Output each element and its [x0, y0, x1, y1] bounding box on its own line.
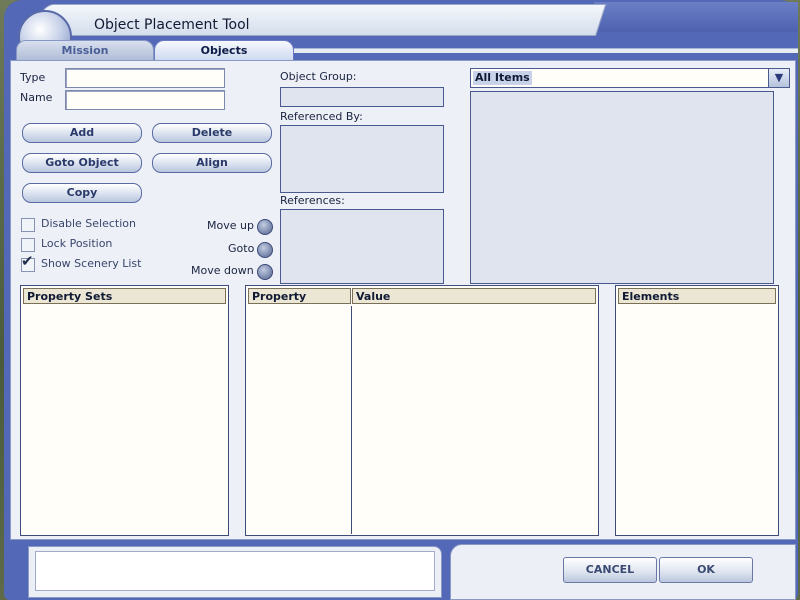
name-label: Name: [20, 91, 53, 104]
references-label: References:: [280, 194, 345, 207]
move-up-radio[interactable]: [257, 219, 273, 235]
status-text-box: [35, 551, 435, 591]
tab-objects[interactable]: Objects: [154, 40, 294, 61]
object-group-label: Object Group:: [280, 70, 357, 83]
title-bar-right: [594, 2, 798, 32]
property-sets-table[interactable]: Property Sets: [20, 285, 229, 536]
tab-strip-line: [294, 48, 798, 53]
type-field[interactable]: [65, 68, 225, 88]
status-area: [28, 546, 442, 598]
goto-radio[interactable]: [257, 242, 273, 258]
lock-position-checkbox[interactable]: [21, 238, 35, 252]
name-field[interactable]: [65, 90, 225, 110]
move-up-label: Move up: [207, 219, 254, 232]
move-down-radio[interactable]: [257, 264, 273, 280]
property-header: Property: [248, 288, 351, 304]
move-down-label: Move down: [191, 264, 254, 277]
align-button[interactable]: Align: [152, 153, 272, 173]
lock-position-label: Lock Position: [41, 237, 113, 250]
footer-actions: CANCEL OK: [450, 544, 796, 600]
column-divider: [351, 306, 352, 534]
checkmark-icon: ✔: [21, 252, 34, 270]
items-list[interactable]: [470, 91, 774, 284]
referenced-by-label: Referenced By:: [280, 110, 363, 123]
type-label: Type: [20, 71, 46, 84]
dropdown-selected-value: All Items: [473, 71, 532, 85]
references-list[interactable]: [280, 209, 444, 284]
elements-header: Elements: [618, 288, 776, 304]
property-value-table[interactable]: Property Value: [245, 285, 599, 536]
referenced-by-list[interactable]: [280, 125, 444, 193]
disable-selection-checkbox[interactable]: [21, 218, 35, 232]
show-scenery-list-label: Show Scenery List: [41, 257, 142, 270]
copy-button[interactable]: Copy: [22, 183, 142, 203]
goto-object-button[interactable]: Goto Object: [22, 153, 142, 173]
value-header: Value: [352, 288, 596, 304]
disable-selection-label: Disable Selection: [41, 217, 136, 230]
goto-label: Goto: [228, 242, 255, 255]
items-filter-dropdown[interactable]: All Items ▼: [470, 68, 790, 88]
elements-table[interactable]: Elements: [615, 285, 779, 536]
ok-button[interactable]: OK: [659, 557, 753, 583]
add-button[interactable]: Add: [22, 123, 142, 143]
object-group-field[interactable]: [280, 87, 444, 107]
property-sets-header: Property Sets: [23, 288, 226, 304]
tab-mission[interactable]: Mission: [16, 40, 154, 62]
chevron-down-icon[interactable]: ▼: [768, 69, 789, 87]
show-scenery-list-checkbox[interactable]: ✔: [21, 254, 35, 272]
window-title: Object Placement Tool: [94, 17, 250, 33]
delete-button[interactable]: Delete: [152, 123, 272, 143]
cancel-button[interactable]: CANCEL: [563, 557, 657, 583]
